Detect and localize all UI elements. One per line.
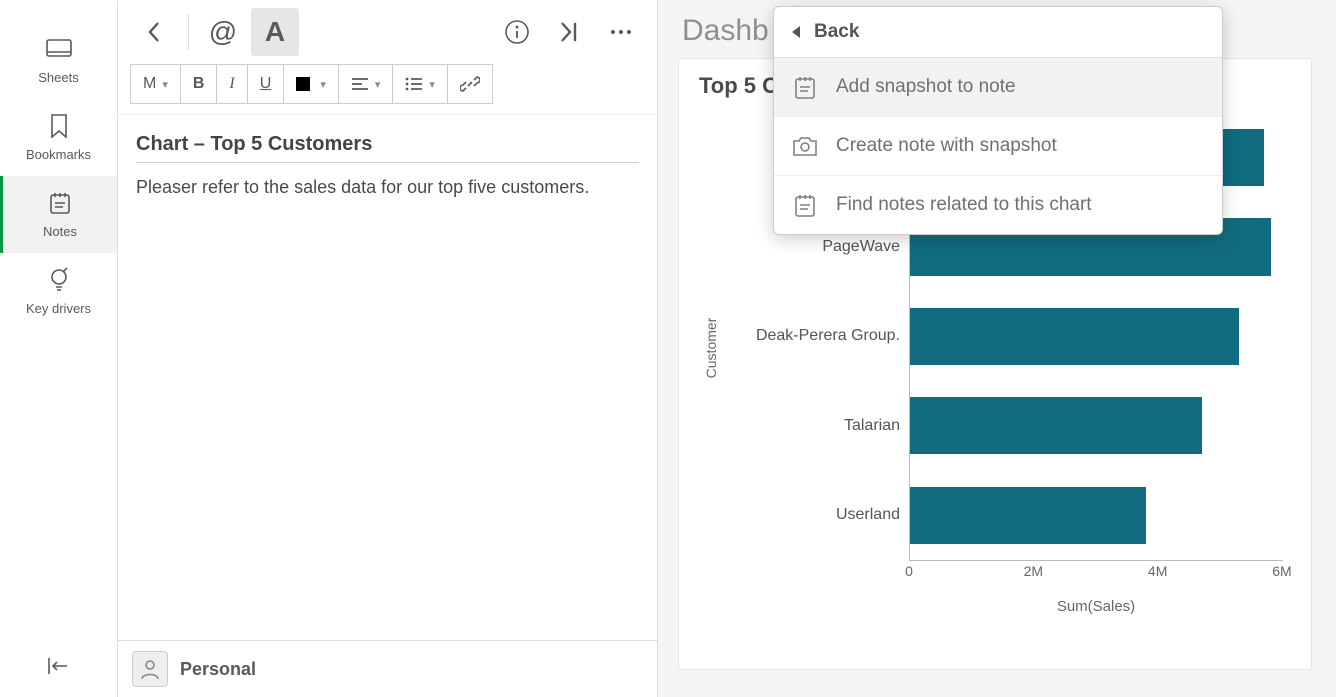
more-icon — [609, 28, 633, 36]
bar-category-label: Userland — [720, 506, 910, 524]
italic-button[interactable]: I — [216, 65, 246, 103]
text-color-select[interactable]: ▾ — [284, 65, 338, 103]
sidebar-item-keydrivers[interactable]: Key drivers — [0, 253, 117, 330]
context-menu-back[interactable]: Back — [774, 7, 1222, 58]
x-tick-label: 2M — [1024, 563, 1043, 579]
lightbulb-icon — [46, 267, 72, 293]
font-size-select[interactable]: M▾ — [131, 65, 180, 103]
chevron-down-icon: ▾ — [320, 78, 326, 91]
bold-button[interactable]: B — [181, 65, 217, 103]
collapse-icon — [47, 657, 71, 675]
context-menu-find-notes[interactable]: Find notes related to this chart — [774, 176, 1222, 234]
link-button[interactable] — [448, 65, 492, 103]
context-menu-item-label: Add snapshot to note — [836, 76, 1016, 98]
color-swatch — [296, 77, 310, 91]
sidebar-item-sheets[interactable]: Sheets — [0, 22, 117, 99]
link-icon — [460, 74, 480, 94]
last-icon — [559, 21, 579, 43]
collapse-sidebar-button[interactable] — [0, 639, 117, 697]
chevron-left-icon — [147, 21, 161, 43]
chart-bar[interactable]: Talarian — [910, 397, 1202, 454]
bar-category-label: Deak-Perera Group. — [720, 327, 910, 345]
notes-footer: Personal — [118, 640, 657, 697]
x-tick-label: 6M — [1272, 563, 1291, 579]
x-tick-label: 4M — [1148, 563, 1167, 579]
chart-bar[interactable]: Userland — [910, 487, 1146, 544]
list-select[interactable]: ▾ — [393, 65, 447, 103]
text-format-button[interactable]: A — [251, 8, 299, 56]
sidebar-item-label: Key drivers — [26, 301, 91, 316]
x-axis: 02M4M6M — [909, 563, 1283, 587]
owner-label: Personal — [180, 659, 256, 680]
align-left-icon — [351, 77, 369, 91]
back-button[interactable] — [130, 8, 178, 56]
underline-button[interactable]: U — [247, 65, 284, 103]
owner-avatar[interactable] — [132, 651, 168, 687]
mention-button[interactable]: @ — [199, 8, 247, 56]
divider — [188, 14, 189, 50]
sidebar-item-bookmarks[interactable]: Bookmarks — [0, 99, 117, 176]
chevron-down-icon: ▾ — [429, 78, 435, 91]
notes-icon — [47, 190, 73, 216]
context-menu-item-label: Create note with snapshot — [836, 135, 1057, 157]
info-button[interactable] — [493, 8, 541, 56]
context-menu-item-label: Find notes related to this chart — [836, 194, 1092, 216]
note-editor-body[interactable]: Chart – Top 5 Customers Pleaser refer to… — [118, 115, 657, 640]
note-text: Pleaser refer to the sales data for our … — [136, 177, 639, 198]
notes-editor-panel: @ A M▾ B I U ▾ — [118, 0, 658, 697]
context-menu-add-snapshot[interactable]: Add snapshot to note — [774, 58, 1222, 117]
note-add-icon — [792, 74, 818, 100]
x-tick-label: 0 — [905, 563, 913, 579]
sidebar-item-label: Notes — [43, 224, 77, 239]
left-sidebar: Sheets Bookmarks Notes Key drivers — [0, 0, 118, 697]
context-menu-back-label: Back — [814, 21, 859, 43]
chart-context-menu: Back Add snapshot to note Create note wi… — [773, 6, 1223, 235]
goto-end-button[interactable] — [545, 8, 593, 56]
bar-category-label: PageWave — [720, 238, 910, 256]
chart-bar[interactable]: Deak-Perera Group. — [910, 308, 1239, 365]
note-search-icon — [792, 192, 818, 218]
sidebar-item-notes[interactable]: Notes — [0, 176, 117, 253]
format-toolbar: M▾ B I U ▾ ▾ ▾ — [118, 64, 657, 115]
chevron-down-icon: ▾ — [162, 78, 168, 91]
align-select[interactable]: ▾ — [339, 65, 393, 103]
user-icon — [139, 658, 161, 680]
camera-icon — [792, 133, 818, 159]
more-button[interactable] — [597, 8, 645, 56]
notes-top-toolbar: @ A — [118, 0, 657, 64]
chevron-left-icon — [792, 26, 800, 38]
sidebar-item-label: Bookmarks — [26, 147, 91, 162]
context-menu-create-note[interactable]: Create note with snapshot — [774, 117, 1222, 176]
sheets-icon — [46, 36, 72, 62]
info-icon — [504, 19, 530, 45]
chevron-down-icon: ▾ — [375, 78, 381, 91]
list-icon — [405, 77, 423, 91]
bookmark-icon — [46, 113, 72, 139]
y-axis-label: Customer — [703, 318, 719, 379]
sidebar-item-label: Sheets — [38, 70, 78, 85]
bar-category-label: Talarian — [720, 417, 910, 435]
x-axis-label: Sum(Sales) — [909, 598, 1283, 615]
note-title: Chart – Top 5 Customers — [136, 133, 639, 163]
